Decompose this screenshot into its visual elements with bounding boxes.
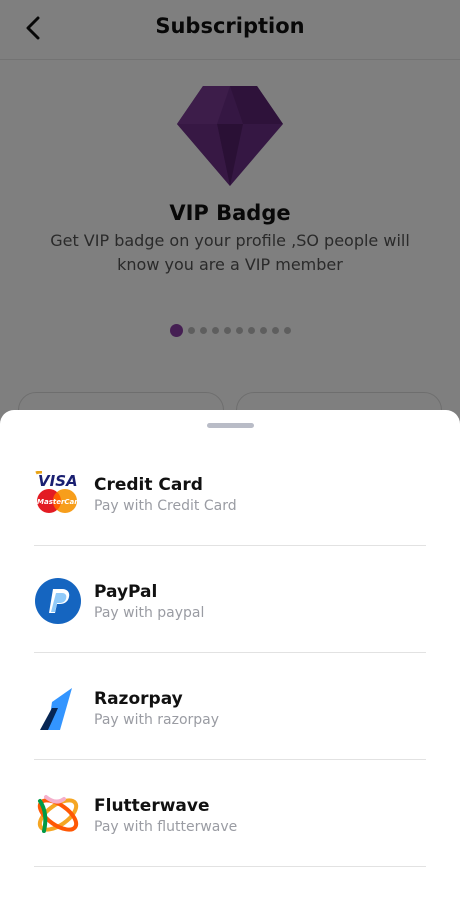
payment-option-name: PayPal: [94, 582, 158, 602]
svg-text:MasterCard: MasterCard: [37, 498, 82, 506]
payment-option-name: Flutterwave: [94, 796, 210, 816]
sheet-drag-handle[interactable]: [207, 423, 254, 428]
svg-text:VISA: VISA: [38, 472, 78, 490]
payment-option-subtitle: Pay with flutterwave: [94, 819, 238, 835]
payment-option-name: Credit Card: [94, 475, 203, 495]
payment-method-sheet: VISA MasterCard Credit Card Pay with Cre…: [0, 410, 460, 898]
payment-option-subtitle: Pay with paypal: [94, 605, 205, 621]
payment-option-razorpay[interactable]: Razorpay Pay with razorpay: [34, 654, 426, 760]
payment-option-name: Razorpay: [94, 689, 183, 709]
payment-option-credit-card[interactable]: VISA MasterCard Credit Card Pay with Cre…: [34, 440, 426, 546]
payment-option-flutterwave[interactable]: Flutterwave Pay with flutterwave: [34, 761, 426, 867]
credit-card-visa-mastercard-icon: VISA MasterCard: [34, 471, 82, 517]
paypal-icon: [34, 578, 82, 624]
payment-option-paypal[interactable]: PayPal Pay with paypal: [34, 547, 426, 653]
payment-option-subtitle: Pay with razorpay: [94, 712, 220, 728]
razorpay-icon: [34, 685, 82, 731]
payment-option-subtitle: Pay with Credit Card: [94, 498, 237, 514]
flutterwave-icon: [34, 792, 82, 838]
